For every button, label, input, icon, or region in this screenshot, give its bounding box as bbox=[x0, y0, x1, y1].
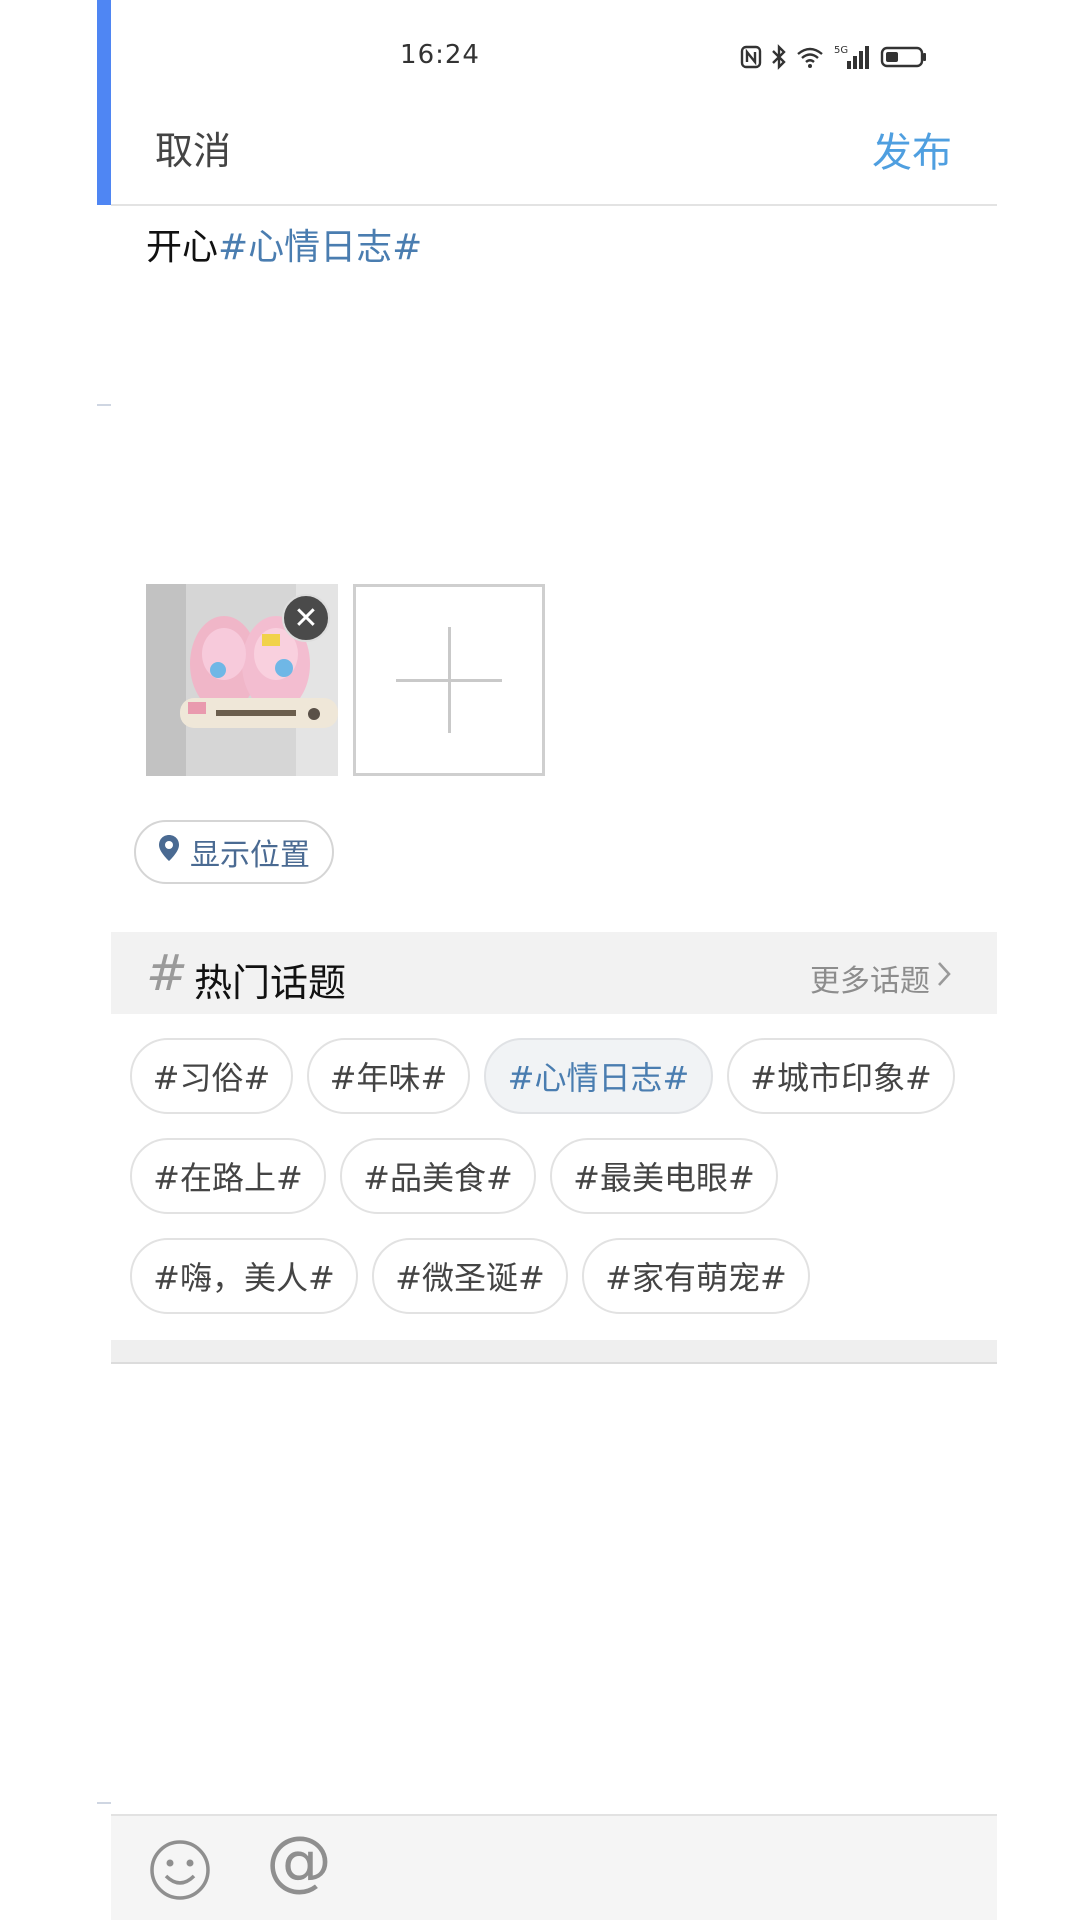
post-topic-tag[interactable]: #心情日志# bbox=[218, 227, 422, 268]
screen: 16:24 5G 取消 发布 开心#心情日志# ✕ 显示位置 # 热门话题 更多… bbox=[0, 0, 1080, 1920]
status-time: 16:24 bbox=[400, 40, 480, 70]
close-icon: ✕ bbox=[293, 600, 319, 636]
left-accent-bar bbox=[97, 0, 111, 205]
bottom-toolbar bbox=[111, 1814, 997, 1920]
topic-tag[interactable]: #微圣诞# bbox=[372, 1238, 568, 1314]
topic-tag[interactable]: #在路上# bbox=[130, 1138, 326, 1214]
plus-icon bbox=[448, 627, 451, 733]
topics-footer bbox=[111, 1340, 997, 1362]
topic-tag-selected[interactable]: #心情日志# bbox=[484, 1038, 713, 1114]
topic-tag[interactable]: #习俗# bbox=[130, 1038, 293, 1114]
wifi-icon bbox=[796, 45, 824, 69]
nfc-icon bbox=[740, 45, 762, 69]
network-type-label: 5G bbox=[834, 45, 848, 56]
post-text-input[interactable]: 开心#心情日志# bbox=[146, 218, 422, 270]
status-icons: 5G bbox=[740, 42, 928, 72]
publish-button[interactable]: 发布 bbox=[872, 120, 952, 178]
more-topics-label: 更多话题 bbox=[810, 964, 930, 999]
topic-tag[interactable]: #嗨，美人# bbox=[130, 1238, 358, 1314]
show-location-button[interactable]: 显示位置 bbox=[134, 820, 334, 884]
location-label: 显示位置 bbox=[190, 838, 310, 873]
cancel-button[interactable]: 取消 bbox=[155, 120, 231, 175]
battery-icon bbox=[880, 45, 928, 69]
add-photo-button[interactable] bbox=[353, 584, 545, 776]
more-topics-link[interactable]: 更多话题 bbox=[810, 956, 952, 1000]
location-pin-icon bbox=[158, 834, 180, 870]
hot-topics-title: 热门话题 bbox=[194, 961, 347, 1005]
mention-button[interactable]: @ bbox=[266, 1828, 332, 1894]
bluetooth-icon bbox=[771, 44, 787, 70]
topic-tag[interactable]: #年味# bbox=[307, 1038, 470, 1114]
topic-tag[interactable]: #家有萌宠# bbox=[582, 1238, 810, 1314]
hash-icon: # bbox=[146, 944, 188, 1002]
header-divider bbox=[111, 204, 997, 206]
remove-photo-button[interactable]: ✕ bbox=[282, 594, 330, 642]
chevron-right-icon bbox=[936, 960, 952, 996]
post-text: 开心 bbox=[146, 227, 219, 268]
topic-tag[interactable]: #品美食# bbox=[340, 1138, 536, 1214]
left-edge-marker bbox=[97, 404, 111, 406]
left-edge-marker bbox=[97, 1802, 111, 1804]
topics-divider bbox=[111, 1362, 997, 1364]
topic-tag[interactable]: #城市印象# bbox=[727, 1038, 955, 1114]
5g-signal-icon: 5G bbox=[833, 43, 871, 71]
smiley-icon[interactable] bbox=[148, 1838, 212, 1902]
topic-tag[interactable]: #最美电眼# bbox=[550, 1138, 778, 1214]
